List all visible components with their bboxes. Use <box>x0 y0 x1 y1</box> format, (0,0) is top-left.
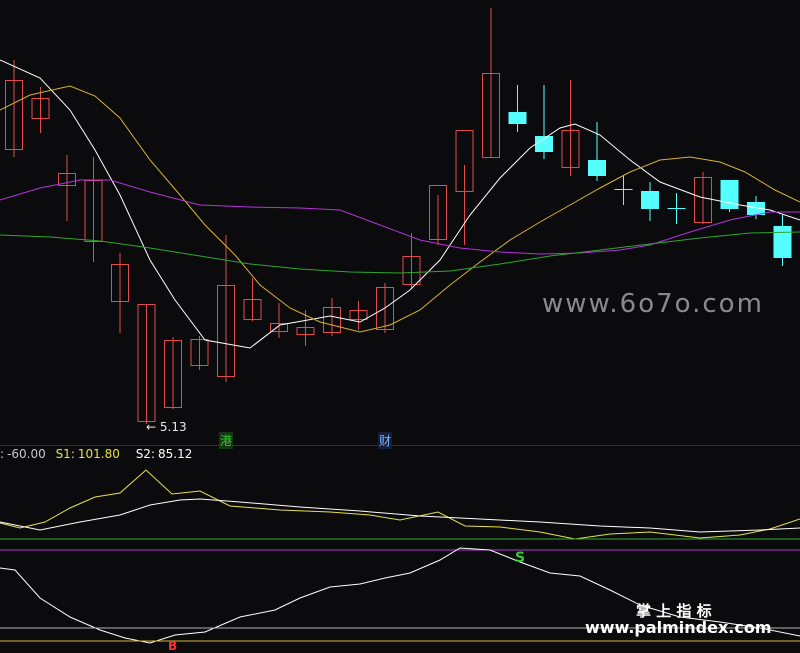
candle <box>614 175 633 205</box>
candle <box>5 60 23 157</box>
candle <box>270 303 288 338</box>
candle <box>111 253 129 333</box>
candle <box>641 182 659 221</box>
candle-body-down <box>667 208 686 209</box>
indicator-s2-line <box>0 498 800 533</box>
candle <box>58 155 76 221</box>
candle <box>561 80 580 176</box>
candlestick-series <box>5 8 792 424</box>
candle <box>190 336 209 370</box>
candle <box>667 193 686 224</box>
candle <box>535 85 553 159</box>
ma-purple-line <box>0 179 800 255</box>
candle <box>243 278 262 321</box>
event-mark-1[interactable]: 港 <box>219 432 234 449</box>
s1-value: 101.80 <box>77 447 120 461</box>
low-price-label: ← 5.13 <box>146 420 187 434</box>
candle-body-down <box>588 160 606 176</box>
candle <box>720 180 739 212</box>
indicator-v0: -60.00 <box>7 447 46 461</box>
watermark-site-main: www.6o7o.com <box>542 289 764 319</box>
indicator-prefix: : <box>0 447 5 461</box>
s2-value: 85.12 <box>157 447 193 461</box>
candle <box>217 235 235 382</box>
candle <box>164 337 182 409</box>
candle <box>508 85 527 132</box>
chart-canvas[interactable] <box>0 0 800 652</box>
candle <box>84 157 103 262</box>
candle <box>482 8 500 158</box>
indicator-status-bar: : -60.00 S1: 101.80 S2: 85.12 <box>0 447 204 463</box>
s2-label: S2: <box>135 447 155 461</box>
signal-s-label: S <box>515 550 526 566</box>
candle <box>429 185 447 245</box>
pane-separator-top <box>0 445 800 446</box>
s1-label: S1: <box>55 447 75 461</box>
candle <box>773 215 792 266</box>
watermark-site-bottom: www.palmindex.com <box>585 618 772 637</box>
candle-body-down <box>773 226 792 258</box>
candle-body-down <box>614 189 633 190</box>
candle <box>402 233 421 288</box>
signal-b-label: B <box>168 639 178 653</box>
candle-body-down <box>641 191 659 209</box>
candle <box>455 130 474 245</box>
candle-body-down <box>508 112 527 124</box>
candle <box>137 304 156 424</box>
event-mark-2[interactable]: 财 <box>378 432 393 449</box>
candle <box>349 301 368 330</box>
indicator-s1-line <box>0 469 800 540</box>
low-price-value: 5.13 <box>159 420 187 434</box>
